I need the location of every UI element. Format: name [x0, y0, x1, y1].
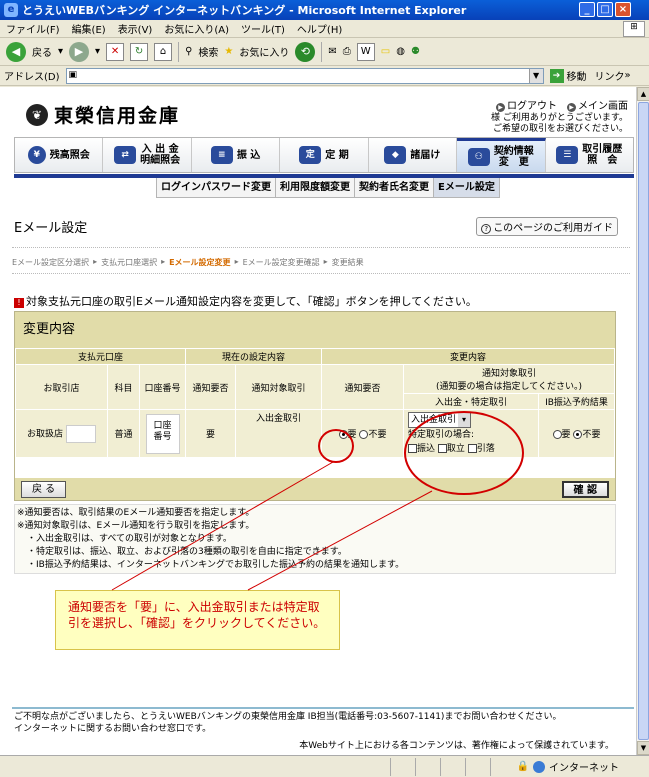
print-icon[interactable]: ⎙	[343, 46, 351, 57]
history-icon[interactable]: ⟲	[295, 41, 316, 62]
window-title-bar: e とうえいWEBバンキング インターネットバンキング - Microsoft …	[0, 0, 649, 20]
links-button[interactable]: リンク	[595, 68, 625, 83]
footer-line-1: ご不明な点がございましたら、とうえいWEBバンキングの東榮信用金庫 IB担当(電…	[14, 712, 562, 722]
toolbar-separator	[321, 41, 323, 62]
links-chevron-icon[interactable]: »	[625, 70, 631, 81]
home-icon[interactable]: ⌂	[154, 42, 173, 61]
go-arrow-icon: ➔	[549, 68, 564, 83]
refresh-icon[interactable]: ↻	[130, 42, 149, 61]
annotation-line	[111, 461, 334, 591]
copyright: 本Webサイト上における各コンテンツは、著作権によって保護されています。	[299, 741, 614, 751]
scroll-down-icon[interactable]: ▼	[637, 741, 649, 755]
minimize-button[interactable]: _	[579, 2, 595, 17]
address-label: アドレス(D)	[4, 72, 60, 83]
footer: ご不明な点がございましたら、とうえいWEBバンキングの東榮信用金庫 IB担当(電…	[14, 711, 561, 735]
star-icon[interactable]: ★	[224, 46, 233, 57]
scroll-up-icon[interactable]: ▲	[637, 87, 649, 101]
footer-line-2: インターネットに関するお問い合わせ窓口です。	[14, 724, 212, 734]
address-input[interactable]: ▣ ▼	[65, 67, 544, 84]
annotation-line	[247, 490, 433, 591]
ie-logo-icon: e	[4, 3, 18, 17]
messenger-icon[interactable]: ⚉	[411, 46, 420, 57]
go-label: 移動	[566, 72, 587, 83]
toolbar-separator	[178, 41, 180, 62]
menu-help[interactable]: ヘルプ(H)	[297, 21, 342, 36]
address-bar: アドレス(D) ▣ ▼ ➔ 移動 リンク »	[0, 66, 649, 86]
footer-divider	[12, 707, 634, 709]
search-icon[interactable]: ⚲	[185, 46, 192, 57]
annotation-lines	[111, 461, 433, 591]
search-button[interactable]: 検索	[198, 44, 218, 59]
forward-dropdown-icon[interactable]: ▾	[95, 46, 100, 57]
windows-logo-icon: ⊞	[623, 21, 645, 37]
close-button[interactable]: ×	[615, 2, 631, 17]
back-dropdown-icon[interactable]: ▾	[58, 46, 63, 57]
status-divider	[390, 757, 391, 776]
window-title: とうえいWEBバンキング インターネットバンキング - Microsoft In…	[22, 4, 467, 17]
page-content: ❦ 東榮信用金庫 ログアウト メイン画面 様 ご利用ありがとうございます。 ご希…	[0, 87, 636, 755]
globe-icon	[533, 760, 545, 773]
menu-tools[interactable]: ツール(T)	[241, 21, 285, 36]
maximize-button[interactable]: □	[597, 2, 613, 17]
forward-arrow-icon[interactable]: ▶	[69, 41, 90, 62]
back-arrow-icon[interactable]: ◀	[6, 41, 26, 62]
address-dropdown-icon[interactable]: ▼	[528, 68, 543, 83]
status-bar: 🔒 インターネット	[0, 755, 649, 777]
page-icon: ▣	[68, 69, 78, 80]
menu-file[interactable]: ファイル(F)	[6, 21, 60, 36]
stop-icon[interactable]: ✕	[106, 42, 125, 61]
vertical-scrollbar[interactable]: ▲ ▼	[636, 87, 649, 755]
menu-edit[interactable]: 編集(E)	[72, 21, 106, 36]
status-divider	[465, 757, 466, 776]
scroll-thumb[interactable]	[638, 102, 649, 740]
edit-icon[interactable]: W	[356, 42, 375, 61]
menu-view[interactable]: 表示(V)	[118, 21, 153, 36]
zone-label: インターネット	[549, 763, 619, 774]
lock-icon: 🔒	[516, 761, 529, 772]
favorites-button[interactable]: お気に入り	[239, 44, 289, 59]
folder-icon[interactable]: ▭	[381, 46, 390, 57]
menu-favorites[interactable]: お気に入り(A)	[164, 21, 229, 36]
status-divider	[415, 757, 416, 776]
status-divider	[490, 757, 491, 776]
security-zone: 🔒 インターネット	[517, 759, 619, 774]
toolbar: ◀ 戻る ▾ ▶ ▾ ✕ ↻ ⌂ ⚲ 検索 ★ お気に入り ⟲ ✉ ⎙ W ▭ …	[0, 38, 649, 66]
menu-bar: ファイル(F) 編集(E) 表示(V) お気に入り(A) ツール(T) ヘルプ(…	[0, 20, 649, 38]
mail-icon[interactable]: ✉	[328, 46, 336, 57]
status-divider	[440, 757, 441, 776]
discuss-icon[interactable]: ◍	[396, 46, 405, 57]
go-button[interactable]: ➔ 移動	[549, 68, 587, 83]
back-button[interactable]: 戻る	[32, 44, 52, 59]
